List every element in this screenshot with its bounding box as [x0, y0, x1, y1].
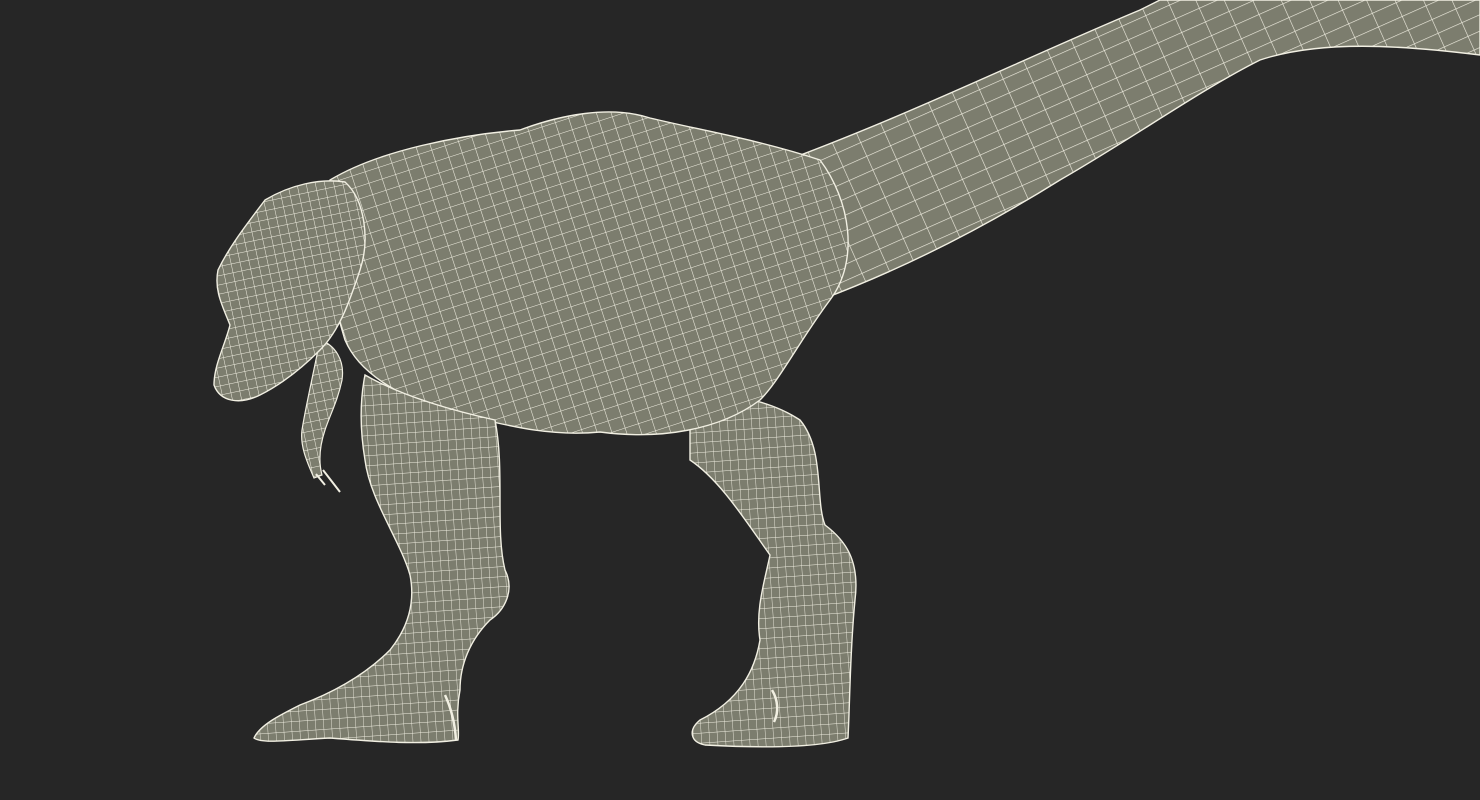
tail: [739, 0, 1480, 305]
left-leg: [253, 373, 510, 744]
right-leg: [689, 393, 857, 748]
render-viewport: [0, 0, 1480, 800]
wireframe-render: [213, 0, 1480, 748]
front-arm: [301, 339, 344, 493]
torso: [323, 111, 849, 436]
